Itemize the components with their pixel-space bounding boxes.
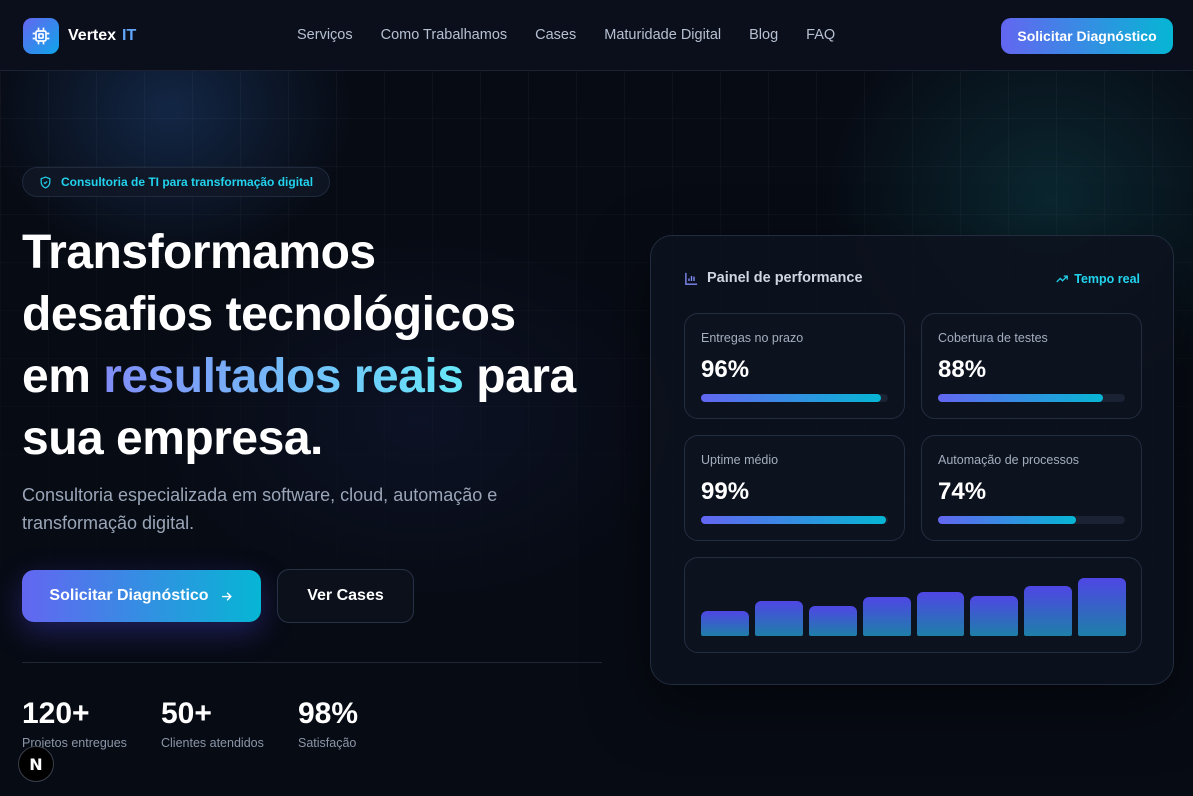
brand-accent: IT [122,27,137,44]
headline-line-1: Transformamos [22,226,376,279]
mini-bars-area [701,572,1126,636]
request-diagnosis-button[interactable]: Solicitar Diagnóstico [22,570,261,622]
stat-label: Satisfação [298,736,357,750]
metric-label: Automação de processos [938,453,1080,467]
request-diagnosis-label: Solicitar Diagnóstico [49,587,209,604]
progress-fill [701,516,887,524]
hero-badge: Consultoria de TI para transformação dig… [22,167,331,197]
stats-row: 120+ Projetos entregues 50+ Clientes ate… [22,697,418,750]
view-cases-button[interactable]: Ver Cases [277,569,414,623]
metric-value: 74% [938,478,987,505]
nav-link-maturidade-digital[interactable]: Maturidade Digital [604,27,721,43]
headline-line-4: sua empresa. [22,412,323,465]
metric-value: 96% [701,356,750,383]
progress-track [701,516,888,524]
trending-up-icon [1056,275,1069,283]
stat-value: 120+ [22,697,90,730]
nav-links: Serviços Como Trabalhamos Cases Maturida… [297,27,863,43]
hero-badge-text: Consultoria de TI para transformação dig… [61,175,314,189]
nav-cta-button[interactable]: Solicitar Diagnóstico [1001,18,1173,54]
mini-bar [701,610,749,636]
stat-value: 50+ [161,697,212,730]
stat-satisfaction: 98% Satisfação [298,697,418,750]
performance-panel: Painel de performance Tempo real Entrega… [650,235,1174,685]
panel-title: Painel de performance [684,270,863,286]
progress-fill [701,394,881,402]
nav-link-faq[interactable]: FAQ [806,27,835,43]
arrow-right-icon [221,591,232,601]
progress-fill [938,394,1103,402]
shield-check-icon [40,175,51,189]
headline-line-2: desafios tecnológicos [22,288,516,341]
headline-line-3-pre: em [22,350,104,403]
stat-clients: 50+ Clientes atendidos [161,697,298,750]
stat-projects: 120+ Projetos entregues [22,697,161,750]
nav-link-blog[interactable]: Blog [749,27,778,43]
mini-bar-chart [684,557,1142,653]
progress-track [938,394,1125,402]
mini-bar [916,591,965,636]
live-indicator: Tempo real [1055,272,1140,286]
panel-title-text: Painel de performance [707,270,863,286]
metric-card-automation: Automação de processos 74% [921,435,1142,541]
mini-bar [1024,585,1073,636]
nav-link-cases[interactable]: Cases [535,27,576,43]
hero-divider [22,662,602,663]
headline-line-3-post: para [463,350,576,403]
live-label: Tempo real [1074,272,1140,286]
hero-subtitle: Consultoria especializada em software, c… [22,485,498,533]
metric-card-test-coverage: Cobertura de testes 88% [921,313,1142,419]
nav-link-servicos[interactable]: Serviços [297,27,353,43]
metric-label: Cobertura de testes [938,331,1048,345]
progress-track [701,394,888,402]
metric-card-uptime: Uptime médio 99% [684,435,905,541]
headline-highlight: resultados reais [103,350,464,403]
stat-value: 98% [298,697,359,730]
hero-headline: Transformamos desafios tecnológicos em r… [22,222,642,470]
brand-name: Vertex [68,27,117,44]
mini-bar [754,601,803,636]
bar-chart-icon [685,272,698,285]
metric-label: Entregas no prazo [701,331,804,345]
mini-bar [862,596,911,636]
metric-value: 88% [938,356,987,383]
cpu-chip-icon [23,18,59,54]
metric-value: 99% [701,478,750,505]
top-navigation: Vertex IT Serviços Como Trabalhamos Case… [0,0,1193,71]
brand-logo[interactable]: Vertex IT [23,18,136,54]
progress-track [938,516,1125,524]
mini-bar [808,605,857,636]
metric-card-deliveries: Entregas no prazo 96% [684,313,905,419]
nav-link-como-trabalhamos[interactable]: Como Trabalhamos [381,27,508,43]
stat-label: Clientes atendidos [161,736,264,750]
mini-bar [970,595,1019,636]
progress-fill [938,516,1077,524]
nextjs-icon[interactable]: N [18,746,54,782]
metric-label: Uptime médio [701,453,779,467]
mini-bar [1078,578,1126,636]
